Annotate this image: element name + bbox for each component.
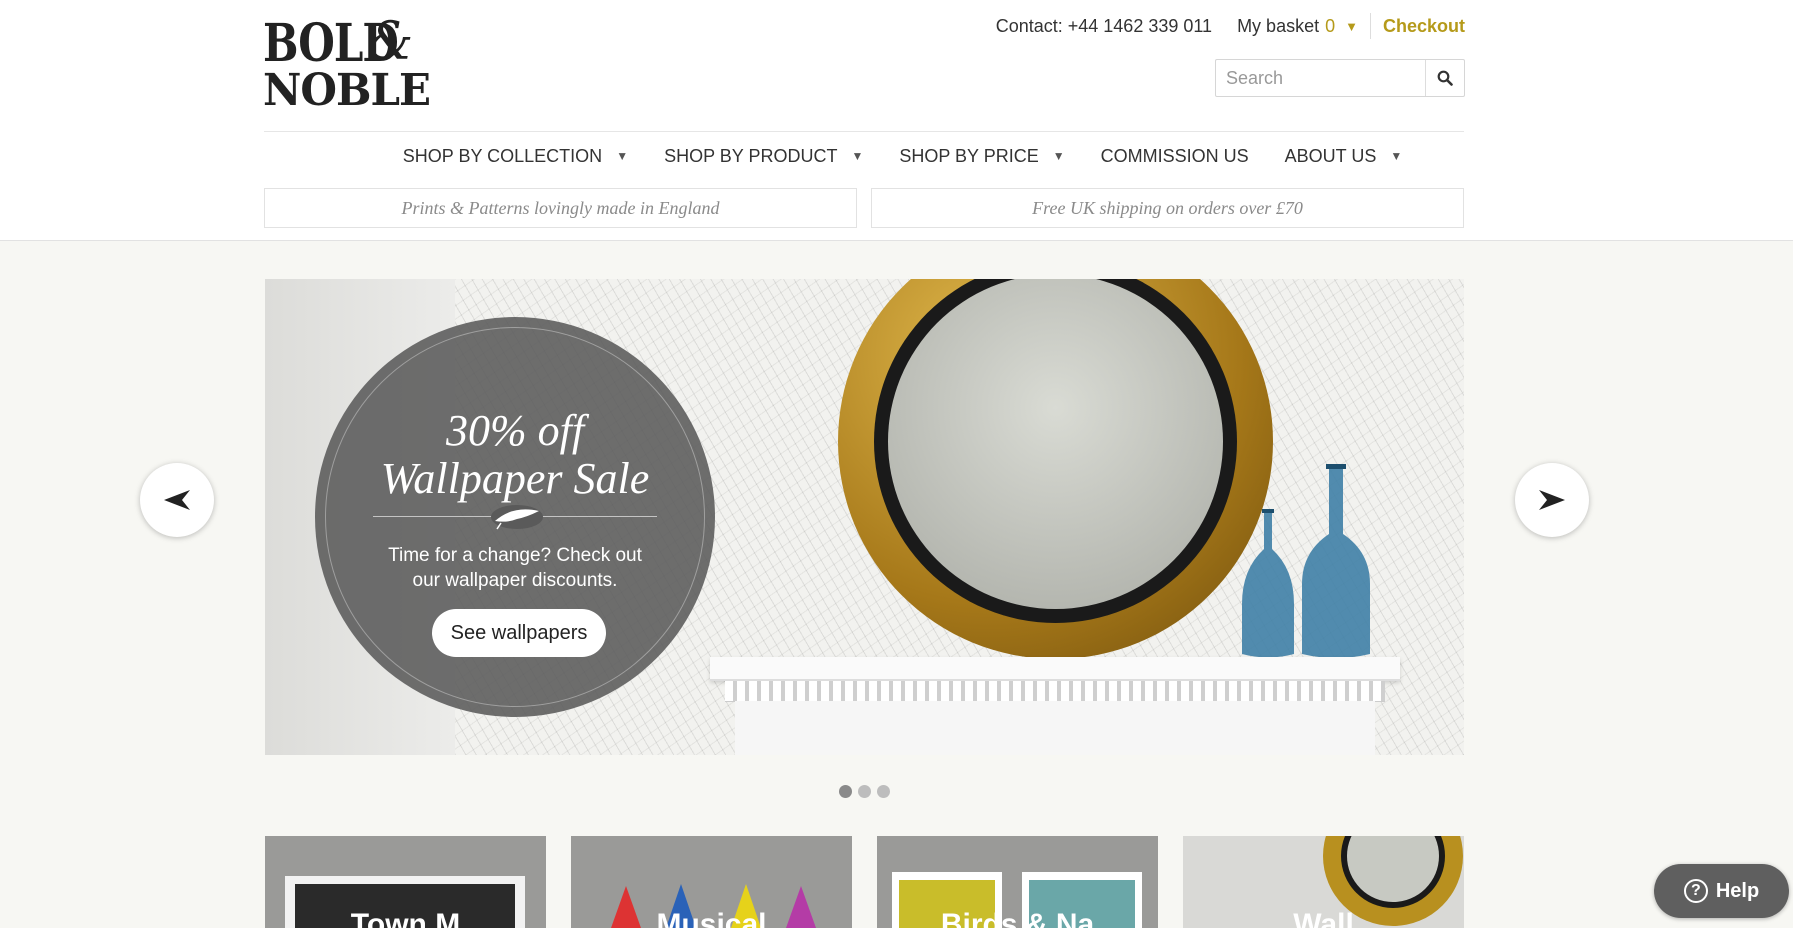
carousel-dot-3[interactable] bbox=[877, 785, 890, 798]
tile-caption: Birds & Na bbox=[940, 908, 1095, 928]
site-header: BOLD & NOBLE Contact: +44 1462 339 011 M… bbox=[0, 0, 1793, 241]
nav-label: SHOP BY PRODUCT bbox=[664, 145, 838, 166]
carousel-next-button[interactable] bbox=[1515, 463, 1589, 537]
hero-sale-badge: 30% off Wallpaper Sale Time for a change… bbox=[315, 317, 715, 717]
promo-free-shipping: Free UK shipping on orders over £70 bbox=[871, 188, 1464, 228]
hero-vase-small bbox=[1242, 509, 1294, 658]
feather-ornament-icon bbox=[491, 505, 543, 530]
collection-tile[interactable]: Musical bbox=[571, 836, 852, 928]
carousel-prev-button[interactable] bbox=[140, 463, 214, 537]
top-utility-bar: Contact: +44 1462 339 011 My basket 0 ▼ … bbox=[996, 13, 1465, 39]
nav-label: SHOP BY PRICE bbox=[899, 145, 1039, 166]
logo-ampersand: & bbox=[367, 12, 414, 72]
basket-label[interactable]: My basket bbox=[1237, 16, 1319, 37]
nav-about-us[interactable]: ABOUT US ▼ bbox=[1285, 140, 1403, 172]
nav-divider bbox=[264, 131, 1464, 132]
hero-slide: 30% off Wallpaper Sale Time for a change… bbox=[265, 279, 1464, 755]
tile-caption: Town M bbox=[350, 908, 461, 928]
collection-tile[interactable]: Town M bbox=[265, 836, 546, 928]
search-icon bbox=[1437, 70, 1453, 86]
topbar-divider bbox=[1369, 13, 1371, 39]
chevron-down-icon: ▼ bbox=[1390, 149, 1403, 163]
contact-phone[interactable]: Contact: +44 1462 339 011 bbox=[996, 16, 1212, 37]
arrow-left-icon bbox=[164, 490, 190, 510]
tile-caption: Wall bbox=[1293, 908, 1354, 928]
nav-shop-by-product[interactable]: SHOP BY PRODUCT ▼ bbox=[664, 140, 863, 172]
basket-dropdown-icon[interactable]: ▼ bbox=[1345, 19, 1358, 34]
promo-made-in-england: Prints & Patterns lovingly made in Engla… bbox=[264, 188, 857, 228]
nav-label: ABOUT US bbox=[1284, 145, 1377, 166]
collection-tiles: Town M Musical Birds & Na Wall bbox=[265, 836, 1464, 928]
help-button[interactable]: ? Help bbox=[1654, 864, 1789, 918]
search-button[interactable] bbox=[1425, 60, 1464, 96]
chevron-down-icon: ▼ bbox=[616, 149, 629, 163]
carousel-dot-2[interactable] bbox=[858, 785, 871, 798]
help-label: Help bbox=[1715, 879, 1760, 902]
chevron-down-icon: ▼ bbox=[1052, 149, 1065, 163]
hero-subtitle: Time for a change? Check out our wallpap… bbox=[388, 545, 642, 591]
see-wallpapers-button[interactable]: See wallpapers bbox=[432, 609, 606, 657]
collection-tile[interactable]: Wall bbox=[1183, 836, 1464, 928]
nav-label: SHOP BY COLLECTION bbox=[402, 145, 603, 166]
nav-commission-us[interactable]: COMMISSION US bbox=[1101, 140, 1249, 172]
tile-caption: Musical bbox=[656, 908, 767, 928]
logo-line-2: NOBLE bbox=[263, 64, 431, 116]
nav-label: COMMISSION US bbox=[1100, 145, 1249, 166]
main-navigation: SHOP BY COLLECTION ▼ SHOP BY PRODUCT ▼ S… bbox=[0, 140, 1793, 172]
hero-vase-large bbox=[1302, 464, 1370, 658]
hero-title-line-1: 30% off bbox=[445, 406, 585, 455]
hero-mantel bbox=[710, 657, 1400, 681]
checkout-link[interactable]: Checkout bbox=[1383, 16, 1465, 37]
nav-shop-by-price[interactable]: SHOP BY PRICE ▼ bbox=[899, 140, 1064, 172]
nav-shop-by-collection[interactable]: SHOP BY COLLECTION ▼ bbox=[403, 140, 628, 172]
carousel-dots bbox=[839, 785, 890, 798]
arrow-right-icon bbox=[1539, 490, 1565, 510]
brand-logo[interactable]: BOLD & NOBLE bbox=[263, 12, 431, 115]
hero-title-line-2: Wallpaper Sale bbox=[380, 454, 650, 503]
search-box bbox=[1215, 59, 1465, 97]
help-icon: ? bbox=[1683, 879, 1708, 903]
collection-tile[interactable]: Birds & Na bbox=[877, 836, 1158, 928]
basket-count[interactable]: 0 bbox=[1325, 16, 1335, 37]
search-input[interactable] bbox=[1224, 60, 1438, 96]
chevron-down-icon: ▼ bbox=[851, 149, 864, 163]
carousel-dot-1[interactable] bbox=[839, 785, 852, 798]
